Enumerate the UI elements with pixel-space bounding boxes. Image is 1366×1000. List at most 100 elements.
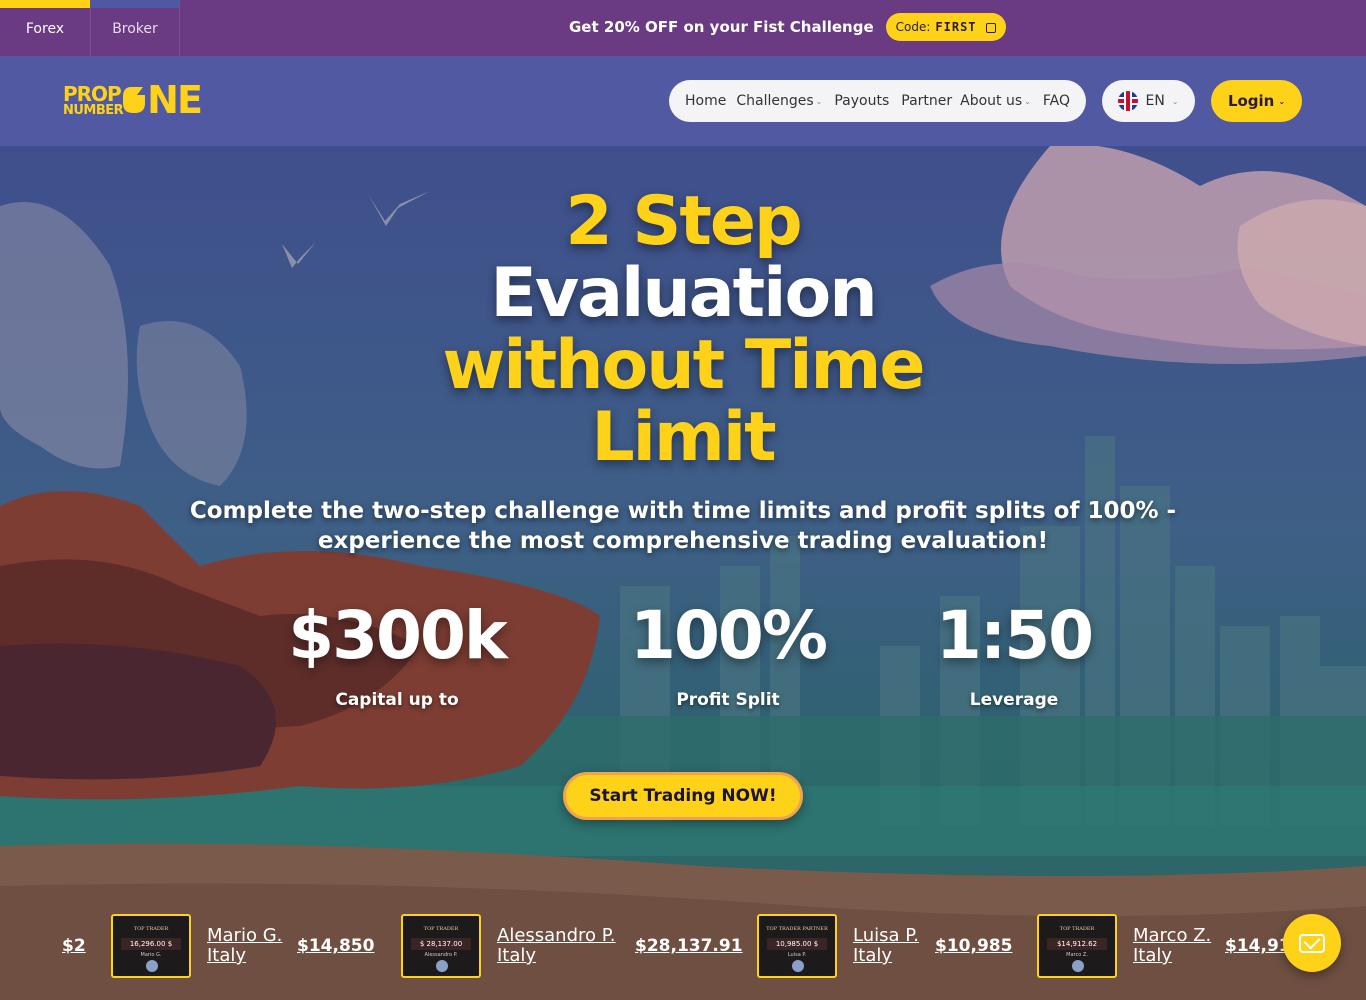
nav-faq-label: FAQ — [1042, 93, 1070, 109]
uk-flag-icon — [1118, 91, 1139, 111]
contact-chat-button[interactable] — [1283, 914, 1341, 972]
promo-code-value: FIRST — [935, 20, 977, 34]
login-button[interactable]: Login ⌄ — [1211, 80, 1302, 122]
certificate-thumbnail[interactable]: TOP TRADER $14,912.62 Marco Z. — [1037, 914, 1117, 978]
promo-bar: Forex Broker Get 20% OFF on your Fist Ch… — [0, 0, 1366, 56]
trader-name: Mario G. — [207, 925, 283, 946]
hero-section: 2 Step Evaluation without Time Limit Com… — [0, 146, 1366, 1000]
logo-line1: PROP — [63, 81, 122, 106]
stat-capital-value: $300k — [288, 597, 508, 674]
cert-title: TOP TRADER PARTNER — [766, 926, 828, 932]
trader-name: Marco Z. — [1133, 925, 1212, 946]
ticker-item: TOP TRADER $ 28,137.00 Alessandro P. Ale… — [401, 914, 743, 978]
logo-text-small: PROP NUMBER — [63, 81, 124, 118]
language-label: EN — [1145, 93, 1165, 109]
payout-ticker: $2 TOP TRADER 16,296.00 $ Mario G. Mario… — [0, 904, 1366, 1000]
logo-line2: NUMBER — [63, 102, 124, 118]
trader-link[interactable]: Luisa P. Italy — [853, 926, 935, 966]
language-selector[interactable]: EN ⌄ — [1102, 80, 1195, 122]
stat-capital: $300k Capital up to — [257, 596, 537, 710]
cert-seal-icon — [792, 960, 804, 972]
chevron-down-icon: ⌄ — [1171, 96, 1179, 106]
nav-payouts[interactable]: Payouts — [834, 93, 889, 109]
logo[interactable]: PROP NUMBER NE — [63, 78, 203, 122]
stat-profit-split: 100% Profit Split — [598, 596, 858, 710]
start-trading-button[interactable]: Start Trading NOW! — [563, 772, 803, 820]
trader-link[interactable]: Marco Z. Italy — [1133, 926, 1225, 966]
login-label: Login — [1227, 92, 1275, 110]
trader-name: Luisa P. — [853, 925, 920, 946]
payout-amount[interactable]: $10,985 — [935, 936, 1012, 956]
ticker-item: TOP TRADER PARTNER 10,985.00 $ Luisa P. … — [757, 914, 1012, 978]
nav-partner-label: Partner — [901, 93, 953, 109]
cert-name: Luisa P. — [787, 952, 807, 958]
logo-text-big: NE — [147, 78, 203, 122]
nav-home-label: Home — [685, 93, 727, 109]
cert-name: Marco Z. — [1066, 952, 1088, 958]
nav-faq[interactable]: FAQ — [1043, 93, 1070, 109]
chevron-down-icon: ⌄ — [815, 96, 823, 106]
hero-subtitle: Complete the two-step challenge with tim… — [189, 498, 1177, 554]
logo-one-mark-icon — [123, 87, 146, 113]
stat-leverage: 1:50 Leverage — [894, 596, 1134, 710]
trader-country: Italy — [1133, 945, 1173, 966]
trader-link[interactable]: Alessandro P. Italy — [497, 926, 635, 966]
cert-name: Mario G. — [140, 952, 162, 958]
ticker-item: TOP TRADER $14,912.62 Marco Z. Marco Z. … — [1037, 914, 1302, 978]
nav-payouts-label: Payouts — [834, 93, 890, 109]
stat-leverage-label: Leverage — [969, 690, 1059, 710]
headline-line-2: Evaluation — [490, 254, 877, 333]
certificate-thumbnail[interactable]: TOP TRADER $ 28,137.00 Alessandro P. — [401, 914, 481, 978]
headline-line-1: 2 Step — [565, 182, 802, 261]
tab-forex[interactable]: Forex — [0, 0, 90, 56]
nav-partner[interactable]: Partner — [901, 93, 952, 109]
stat-profit-split-value: 100% — [630, 597, 828, 674]
trader-name: Alessandro P. — [497, 925, 616, 946]
chevron-down-icon: ⌄ — [1024, 96, 1031, 106]
cert-title: TOP TRADER — [133, 926, 169, 932]
cert-amount: 10,985.00 $ — [767, 938, 827, 950]
cert-amount: 16,296.00 $ — [121, 938, 181, 950]
certificate-thumbnail[interactable]: TOP TRADER 16,296.00 $ Mario G. — [111, 914, 191, 978]
chevron-down-icon: ⌄ — [1278, 96, 1286, 106]
promo-text: Get 20% OFF on your Fist Challenge — [569, 18, 874, 36]
trader-country: Italy — [497, 945, 537, 966]
site-header: PROP NUMBER NE Home Challenges ⌄ Payouts … — [0, 56, 1366, 146]
promo-code-button[interactable]: Code: FIRST — [885, 13, 1006, 41]
hero-headline: 2 Step Evaluation without Time Limit — [0, 186, 1366, 474]
cert-amount: $ 28,137.00 — [411, 938, 471, 950]
promo-code-label: Code: — [895, 20, 931, 34]
cert-title: TOP TRADER — [1059, 926, 1095, 932]
main-nav: Home Challenges ⌄ Payouts Partner About u… — [669, 80, 1086, 122]
stat-capital-label: Capital up to — [335, 690, 459, 710]
nav-about-label: About us — [960, 93, 1023, 109]
cert-name: Alessandro P. — [424, 952, 458, 958]
tab-broker[interactable]: Broker — [90, 0, 180, 56]
cert-amount: $14,912.62 — [1047, 938, 1107, 950]
payout-amount[interactable]: $14,850 — [297, 936, 374, 956]
nav-challenges[interactable]: Challenges ⌄ — [736, 93, 822, 109]
mail-icon — [1299, 933, 1325, 953]
tab-forex-label: Forex — [25, 21, 65, 37]
cert-seal-icon — [1072, 960, 1084, 972]
nav-home[interactable]: Home — [685, 93, 726, 109]
nav-challenges-label: Challenges — [736, 93, 814, 109]
trader-country: Italy — [853, 945, 893, 966]
certificate-thumbnail[interactable]: TOP TRADER PARTNER 10,985.00 $ Luisa P. — [757, 914, 837, 978]
tab-broker-label: Broker — [112, 21, 158, 37]
promo-message: Get 20% OFF on your Fist Challenge Code:… — [569, 13, 1006, 41]
ticker-amount-partial[interactable]: $2 — [62, 936, 86, 956]
trader-country: Italy — [207, 945, 247, 966]
headline-line-4: Limit — [591, 398, 776, 477]
nav-about[interactable]: About us ⌄ — [960, 93, 1031, 109]
payout-amount[interactable]: $28,137.91 — [635, 936, 743, 956]
stat-leverage-value: 1:50 — [935, 597, 1094, 674]
cert-seal-icon — [146, 960, 158, 972]
copy-icon — [985, 23, 996, 33]
cert-seal-icon — [436, 960, 448, 972]
cert-title: TOP TRADER — [423, 926, 459, 932]
headline-line-3: without Time — [442, 326, 925, 405]
stat-profit-split-label: Profit Split — [676, 690, 780, 710]
ticker-item: TOP TRADER 16,296.00 $ Mario G. Mario G.… — [111, 914, 374, 978]
trader-link[interactable]: Mario G. Italy — [207, 926, 307, 966]
